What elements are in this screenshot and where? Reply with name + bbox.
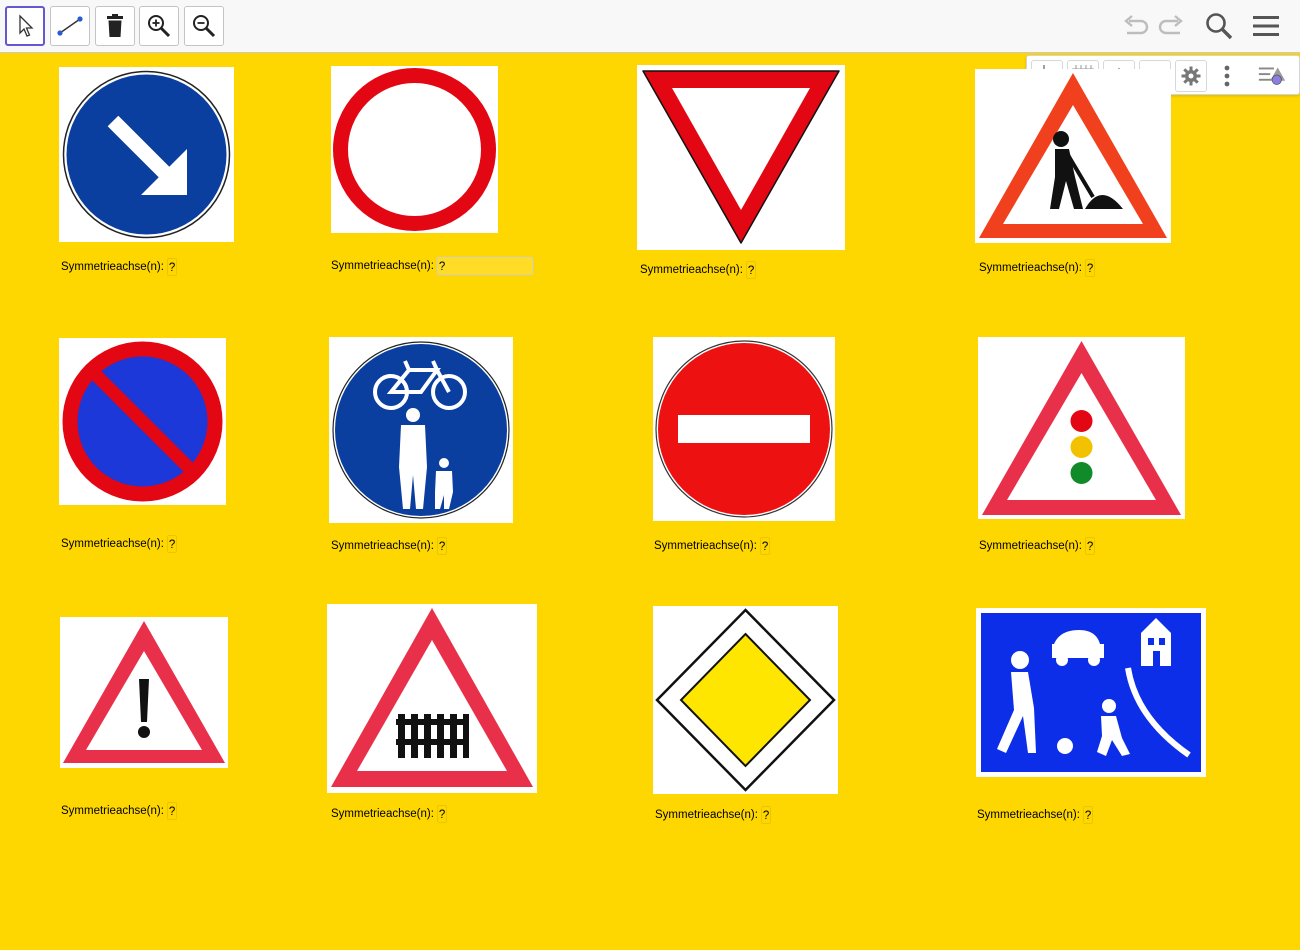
level-crossing-icon (331, 608, 533, 787)
toggle-style-bar-button[interactable] (1257, 60, 1289, 92)
danger-sign-image[interactable] (60, 617, 228, 768)
symmetry-question-11: Symmetrieachse(n):? (655, 806, 772, 824)
symmetry-question-7: Symmetrieachse(n):? (654, 537, 771, 555)
trash-icon (107, 14, 123, 37)
road-works-sign-image[interactable] (975, 69, 1171, 243)
settings-button[interactable] (1175, 60, 1207, 92)
symmetry-answer-input-8[interactable]: ? (1084, 537, 1096, 555)
undo-button[interactable] (1117, 8, 1153, 44)
traffic-lights-icon (982, 341, 1181, 515)
symmetry-question-8: Symmetrieachse(n):? (979, 537, 1096, 555)
symmetry-answer-input-3[interactable]: ? (745, 261, 757, 279)
no-entry-icon (655, 340, 833, 518)
symmetry-answer-input-10[interactable]: ? (436, 805, 448, 823)
priority-road-sign-image[interactable] (653, 606, 838, 794)
hamburger-menu-icon (1253, 16, 1279, 36)
no-entry-sign-image[interactable] (653, 337, 835, 521)
symmetry-answer-input-2[interactable]: ? (436, 257, 533, 275)
symmetry-answer-input-12[interactable]: ? (1082, 806, 1094, 824)
more-options-button[interactable] (1211, 60, 1243, 92)
segment-icon (57, 16, 83, 36)
symmetry-answer-input-4[interactable]: ? (1084, 259, 1096, 277)
yield-sign-image[interactable] (637, 65, 845, 250)
zoom-out-icon (193, 15, 216, 38)
keep-right-arrow-icon (62, 70, 231, 239)
symmetry-question-9: Symmetrieachse(n):? (61, 802, 178, 820)
symmetry-answer-input-9[interactable]: ? (166, 802, 178, 820)
symmetry-answer-input-11[interactable]: ? (760, 806, 772, 824)
zoom-out-tool-button[interactable] (184, 6, 224, 46)
symmetry-question-5: Symmetrieachse(n):? (61, 535, 178, 553)
gear-icon (1181, 66, 1201, 86)
move-tool-button[interactable] (5, 6, 45, 46)
shared-path-sign-image[interactable] (329, 337, 513, 523)
more-vertical-icon (1224, 65, 1230, 87)
symmetry-question-1: Symmetrieachse(n):? (61, 258, 178, 276)
search-button[interactable] (1201, 8, 1237, 44)
symmetry-question-4: Symmetrieachse(n):? (979, 259, 1096, 277)
no-vehicles-sign-image[interactable] (331, 66, 498, 233)
priority-road-icon (655, 608, 836, 792)
delete-tool-button[interactable] (95, 6, 135, 46)
toolbar (0, 0, 1300, 53)
redo-button[interactable] (1154, 8, 1190, 44)
symmetry-answer-input-6[interactable]: ? (436, 537, 448, 555)
symmetry-question-10: Symmetrieachse(n):? (331, 805, 448, 823)
symmetry-question-2: Symmetrieachse(n):? (331, 257, 533, 275)
symmetry-question-12: Symmetrieachse(n):? (977, 806, 1094, 824)
undo-icon (1124, 15, 1149, 35)
zoom-in-tool-button[interactable] (139, 6, 179, 46)
traffic-lights-sign-image[interactable] (978, 337, 1185, 519)
symmetry-answer-input-7[interactable]: ? (759, 537, 771, 555)
no-vehicles-icon (333, 68, 496, 231)
keep-right-sign-image[interactable] (59, 67, 234, 242)
segment-tool-button[interactable] (50, 6, 90, 46)
no-parking-sign-image[interactable] (59, 338, 226, 505)
style-toggle-icon (1258, 67, 1286, 85)
zoom-in-icon (148, 15, 171, 38)
no-parking-icon (62, 341, 223, 502)
symmetry-question-3: Symmetrieachse(n):? (640, 261, 757, 279)
shared-path-icon (332, 341, 510, 519)
symmetry-answer-input-1[interactable]: ? (166, 258, 178, 276)
play-street-icon (977, 609, 1205, 776)
yield-icon (642, 70, 840, 244)
road-works-icon (979, 73, 1167, 238)
danger-icon (63, 621, 225, 763)
symmetry-question-6: Symmetrieachse(n):? (331, 537, 448, 555)
play-street-sign-image[interactable] (976, 608, 1206, 777)
main-menu-button[interactable] (1248, 8, 1284, 44)
cursor-arrow-icon (19, 14, 34, 37)
search-icon (1206, 13, 1233, 40)
symmetry-answer-input-5[interactable]: ? (166, 535, 178, 553)
level-crossing-sign-image[interactable] (327, 604, 537, 793)
redo-icon (1158, 15, 1183, 35)
